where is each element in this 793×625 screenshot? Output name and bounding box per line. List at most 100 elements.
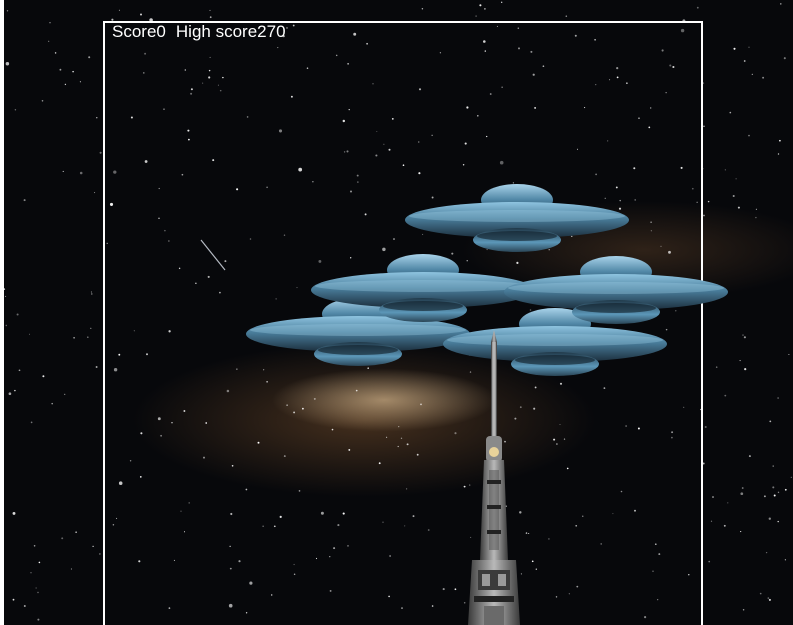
star [742, 334, 744, 336]
star [484, 8, 486, 10]
star [708, 560, 711, 563]
star [8, 392, 12, 396]
star [35, 587, 37, 589]
star [762, 76, 765, 79]
high-score-label: High score [175, 22, 258, 41]
star [5, 324, 8, 327]
star [6, 10, 9, 12]
star [28, 333, 31, 335]
star [14, 389, 16, 392]
star [740, 531, 742, 533]
star [777, 397, 779, 399]
star [723, 524, 726, 527]
star [12, 598, 15, 601]
star [72, 70, 74, 73]
star [73, 336, 75, 339]
star [729, 111, 732, 114]
star [748, 455, 751, 458]
star [703, 214, 705, 217]
star [710, 520, 713, 522]
star [37, 591, 39, 594]
star [64, 393, 66, 396]
star [704, 425, 707, 429]
star [475, 15, 477, 17]
star [501, 1, 503, 3]
star [37, 618, 40, 621]
star [768, 598, 771, 601]
star [743, 60, 746, 62]
star [75, 531, 77, 533]
score-label: Score [112, 22, 157, 41]
star [724, 169, 726, 171]
star [23, 199, 26, 202]
star [99, 553, 101, 555]
star [743, 336, 746, 339]
star [30, 572, 32, 574]
star [16, 313, 19, 316]
star [565, 15, 568, 17]
high-score-value: 270 [257, 22, 286, 41]
ufo-enemy-4 [504, 256, 728, 324]
star [209, 16, 212, 19]
star [18, 369, 21, 372]
star [696, 6, 699, 9]
star [49, 22, 51, 24]
star [790, 476, 792, 478]
star [780, 3, 782, 5]
star [779, 139, 781, 142]
star [735, 178, 737, 180]
star [748, 46, 750, 48]
star [41, 100, 44, 102]
star [788, 353, 790, 356]
star [5, 62, 10, 66]
star [755, 216, 757, 219]
star [209, 9, 211, 11]
star [23, 605, 26, 607]
ufo-enemy-5 [405, 184, 629, 252]
star [703, 125, 705, 127]
star [712, 496, 714, 498]
star [64, 83, 67, 86]
star [773, 494, 776, 497]
star [99, 151, 102, 154]
star [768, 517, 771, 520]
star [702, 462, 705, 465]
star [421, 8, 424, 10]
star [12, 511, 16, 515]
star [772, 465, 774, 467]
star [767, 597, 769, 599]
star [748, 134, 750, 137]
star [54, 52, 57, 54]
star [732, 194, 735, 198]
star [759, 592, 762, 595]
star [30, 421, 33, 424]
star [751, 73, 753, 75]
star [765, 551, 768, 554]
star [59, 68, 62, 71]
star [90, 291, 92, 293]
star [742, 609, 745, 611]
star [79, 81, 81, 83]
star [784, 488, 787, 491]
star [737, 206, 740, 209]
star [733, 47, 736, 50]
star [42, 375, 45, 378]
star [724, 394, 727, 397]
star [5, 295, 7, 297]
star [86, 336, 89, 339]
star [140, 13, 142, 16]
star [777, 491, 780, 494]
star [70, 568, 72, 570]
star [744, 368, 747, 371]
score-display: Score0 High score270 [112, 22, 286, 42]
star [48, 40, 50, 42]
star [707, 200, 710, 203]
star [88, 56, 91, 59]
star [783, 57, 786, 60]
star [777, 520, 779, 523]
star [92, 545, 94, 548]
star [94, 192, 96, 194]
star [51, 402, 53, 405]
star [741, 487, 744, 489]
star [740, 492, 744, 496]
